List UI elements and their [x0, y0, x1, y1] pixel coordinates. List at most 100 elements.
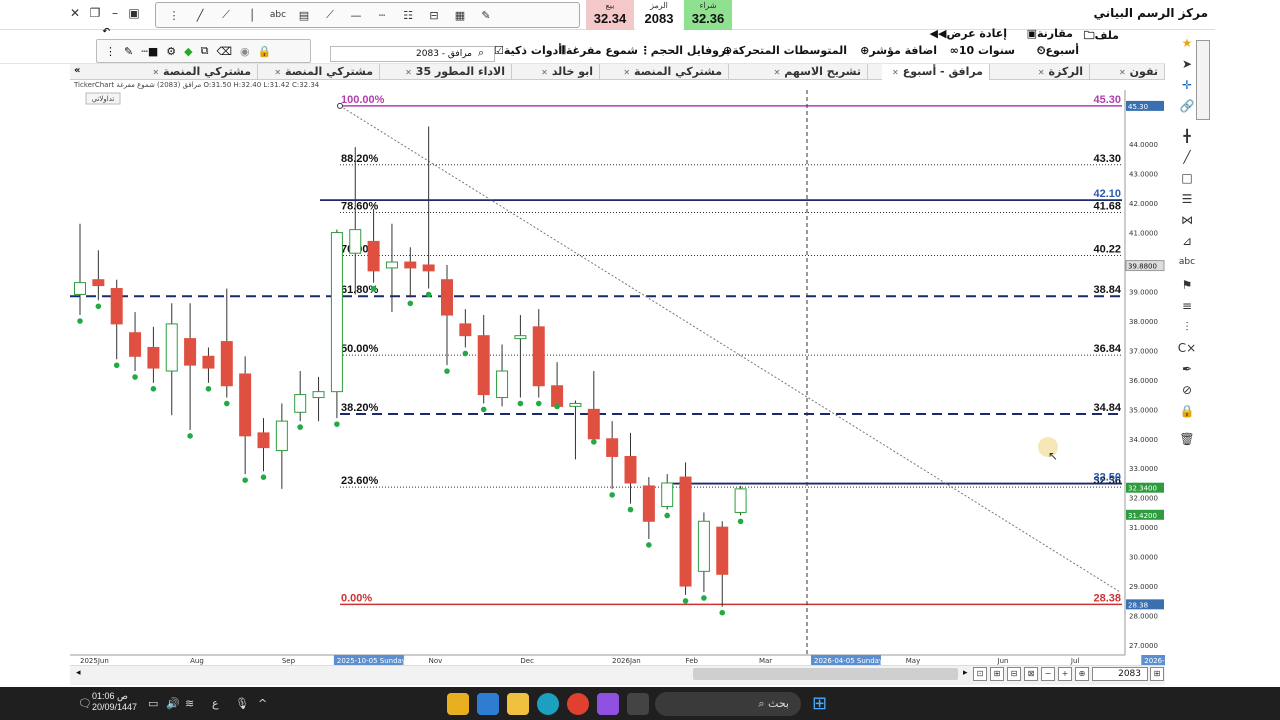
mic-icon[interactable]: 🎙: [235, 697, 249, 710]
lock-drawings-icon[interactable]: 🔒: [1175, 402, 1199, 420]
formula-icon[interactable]: C×: [1175, 339, 1199, 357]
copilot-icon[interactable]: [597, 693, 619, 715]
path-icon[interactable]: ⟋: [214, 5, 238, 25]
search-icon[interactable]: ⌕: [478, 46, 484, 60]
chart-tab[interactable]: ✕ الركزة: [1028, 64, 1090, 80]
channel-icon[interactable]: ⊿: [1175, 232, 1199, 250]
prev-icon-group[interactable]: ↶: [102, 27, 110, 37]
close-tab-icon[interactable]: ✕: [1038, 68, 1045, 77]
battery-icon[interactable]: ▭: [148, 697, 158, 710]
text-abc-icon[interactable]: abc: [266, 5, 290, 25]
window-menu-icon[interactable]: ▣: [125, 4, 143, 22]
symbol-input[interactable]: 2083 - مرافق: [330, 46, 495, 62]
taskbar-clock[interactable]: 01:06 ص 20/09/1447: [92, 691, 137, 713]
tray-overflow-icon[interactable]: ^: [258, 697, 267, 710]
settings-icon[interactable]: ⚙: [166, 45, 176, 58]
close-tab-icon[interactable]: ✕: [1119, 68, 1126, 77]
vline-icon[interactable]: │: [240, 5, 264, 25]
price-chart[interactable]: تداولاتي 45.30 44.0000 43.0000 42.0000 41.000…: [70, 90, 1165, 665]
measure-icon[interactable]: ⫶: [1175, 318, 1199, 336]
eraser-icon[interactable]: ⌫: [216, 45, 232, 58]
channel-icon[interactable]: ⊟: [422, 5, 446, 25]
scroll-thumb[interactable]: [693, 668, 958, 680]
align-icon[interactable]: ≡: [1175, 297, 1199, 315]
brush-tool-icon[interactable]: ✒: [1175, 360, 1199, 378]
years-selector[interactable]: ∞10 سنوات: [950, 44, 1015, 57]
line-style-icon[interactable]: ┄■: [141, 45, 158, 58]
wifi-icon[interactable]: ≋: [185, 697, 194, 710]
brush-icon[interactable]: ✎: [124, 45, 133, 58]
calculator-icon[interactable]: [477, 693, 499, 715]
ray-icon[interactable]: ⟋: [318, 5, 342, 25]
close-tab-icon[interactable]: ✕: [623, 68, 630, 77]
trash-icon[interactable]: 🗑: [1175, 430, 1199, 448]
chart-tab[interactable]: ✕ ابو خالد: [531, 64, 600, 80]
chart-tab[interactable]: ✕ مشتركي المنصة: [613, 64, 729, 80]
fit-icon[interactable]: ⊡: [973, 667, 987, 681]
taskbar-search[interactable]: ⌕ بحث: [655, 692, 801, 716]
close-tab-icon[interactable]: ✕: [541, 68, 548, 77]
tabs-scroll-icon[interactable]: «: [74, 65, 80, 76]
restore-window-icon[interactable]: ❐: [86, 4, 104, 22]
compare-button[interactable]: ▣مقارنة: [1027, 27, 1073, 40]
moving-averages-button[interactable]: ⊕المتوسطات المتحركة: [723, 44, 847, 57]
chart-tab[interactable]: ✕ تفون: [1109, 64, 1165, 80]
pencil-icon[interactable]: ✎: [474, 5, 498, 25]
period-selector[interactable]: ⏲أسبوع: [1037, 44, 1079, 58]
app-tickerchart-icon[interactable]: [447, 693, 469, 715]
volume-profile-button[interactable]: ⋮بروفايل الحجم: [640, 44, 730, 57]
add-chart-icon[interactable]: ⊞: [1150, 667, 1164, 681]
copy-icon[interactable]: ⧉: [201, 44, 209, 58]
rect-icon[interactable]: ▤: [292, 5, 316, 25]
hide-icon[interactable]: ⊘: [1175, 381, 1199, 399]
chart-tab[interactable]: ✕ مشتركي المنصة: [142, 64, 258, 80]
add-indicator-button[interactable]: ⊕اضافة مؤشر: [860, 44, 937, 57]
pattern-icon[interactable]: ⋈: [1175, 211, 1199, 229]
close-tab-icon[interactable]: ✕: [405, 68, 412, 77]
zoom-area-icon[interactable]: ⊟: [1007, 667, 1021, 681]
close-tab-icon[interactable]: ✕: [274, 68, 281, 77]
notification-icon[interactable]: 🗨: [78, 697, 92, 710]
cursor-icon[interactable]: ⋮: [162, 5, 186, 25]
dash-icon[interactable]: ┄: [370, 5, 394, 25]
fib-retracement-icon[interactable]: ☰: [1175, 190, 1199, 208]
chart-tab[interactable]: ✕ تشريح الاسهم: [764, 64, 868, 80]
file-explorer-icon[interactable]: [507, 693, 529, 715]
pattern-icon[interactable]: ▦: [448, 5, 472, 25]
keyboard-lang[interactable]: ع: [212, 697, 219, 710]
fib-icon[interactable]: ☷: [396, 5, 420, 25]
replay-button[interactable]: ◀◀إعادة عرض: [930, 27, 1007, 40]
rectangle-icon[interactable]: □: [1175, 169, 1199, 187]
eye-icon[interactable]: ◉: [240, 45, 250, 58]
zoom-reset-icon[interactable]: ⊕: [1075, 667, 1089, 681]
close-window-icon[interactable]: ✕: [66, 4, 84, 22]
lock-icon[interactable]: 🔒: [258, 45, 272, 58]
scroll-right-icon[interactable]: ▸: [963, 668, 968, 678]
close-tab-icon[interactable]: ✕: [892, 68, 899, 77]
fill-icon[interactable]: ◆: [184, 45, 192, 58]
minimize-window-icon[interactable]: –: [106, 4, 124, 22]
zoom-in-icon[interactable]: +: [1058, 667, 1072, 681]
chrome-icon[interactable]: [567, 693, 589, 715]
chart-tab[interactable]: ✕ مشتركي المنصة: [264, 64, 380, 80]
smart-tools-button[interactable]: ☑أدوات ذكية: [494, 44, 562, 57]
volume-icon[interactable]: 🔊: [166, 697, 180, 710]
scroll-left-icon[interactable]: ◂: [76, 668, 81, 678]
close-tab-icon[interactable]: ✕: [774, 68, 781, 77]
text-icon[interactable]: abc: [1175, 253, 1199, 271]
line-icon[interactable]: ╱: [188, 5, 212, 25]
trendline-icon[interactable]: ╱: [1175, 148, 1199, 166]
chart-tab[interactable]: ✕ الاداء المطور 35: [395, 64, 512, 80]
edge-icon[interactable]: [537, 693, 559, 715]
zoom-box-icon[interactable]: ⊞: [990, 667, 1004, 681]
symbol-field-bottom[interactable]: 2083: [1092, 667, 1148, 681]
zoom-fit-icon[interactable]: ⊠: [1024, 667, 1038, 681]
windows-start-icon[interactable]: ⊞: [812, 693, 834, 715]
chart-tab[interactable]: ✕ مرافق - أسبوع: [882, 64, 990, 80]
close-tab-icon[interactable]: ✕: [152, 68, 159, 77]
taskview-icon[interactable]: [627, 693, 649, 715]
zoom-out-icon[interactable]: −: [1041, 667, 1055, 681]
hollow-candles-button[interactable]: ⫴شموع مفرغة: [561, 44, 638, 58]
cross-line-icon[interactable]: ╋: [1175, 127, 1199, 145]
flag-icon[interactable]: ⚑: [1175, 276, 1199, 294]
